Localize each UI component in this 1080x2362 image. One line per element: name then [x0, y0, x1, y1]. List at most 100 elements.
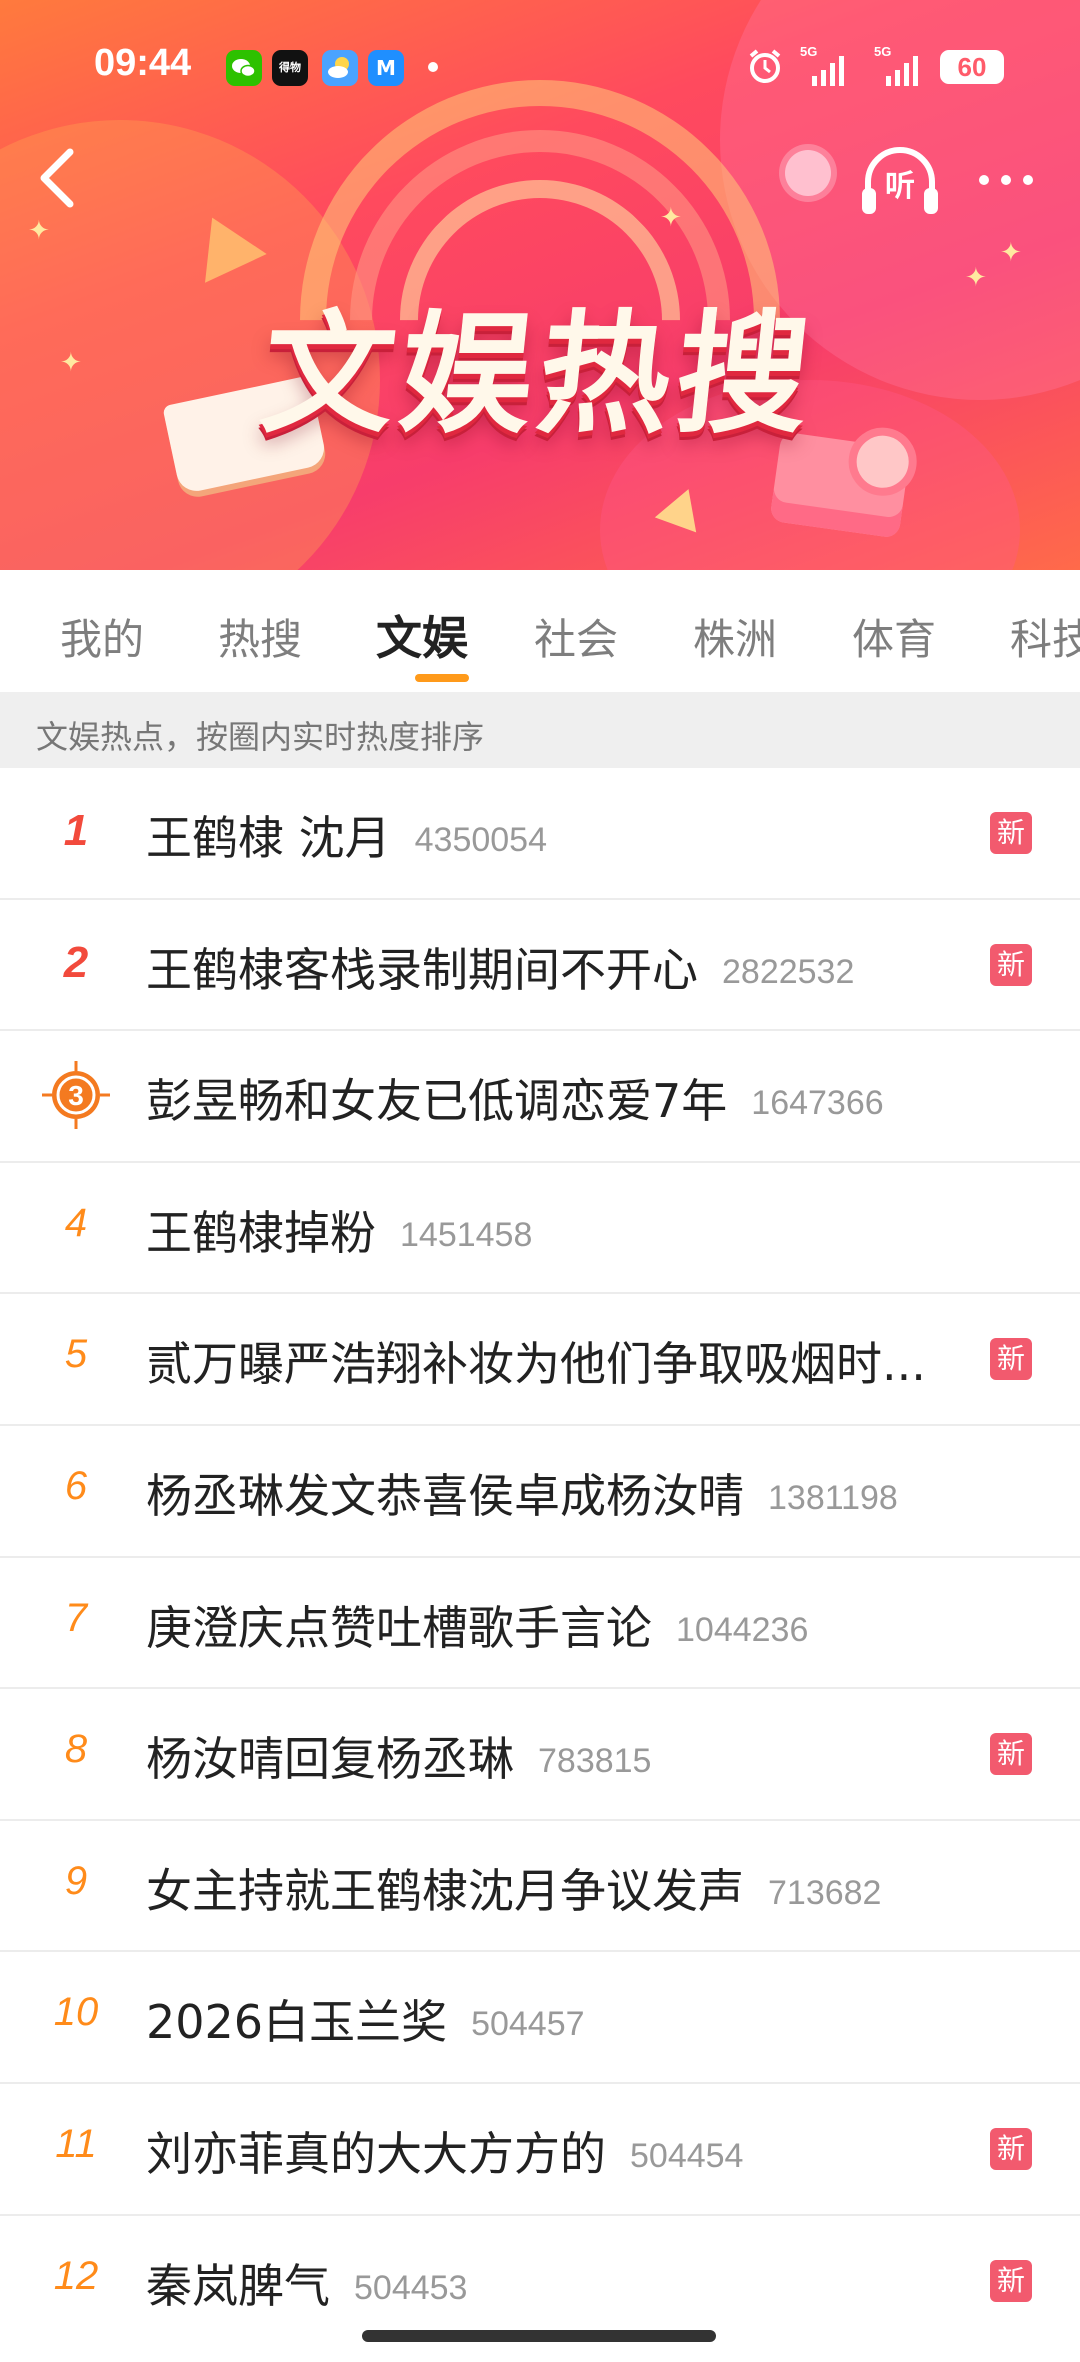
heat-count: 1381198: [768, 1478, 898, 1517]
list-item[interactable]: 9 女主持就王鹤棣沈月争议发声 713682: [0, 1821, 1080, 1953]
battery-indicator: 60: [940, 50, 1004, 84]
list-item[interactable]: 1 王鹤棣 沈月 4350054 新: [0, 768, 1080, 900]
heat-count: 783815: [538, 1742, 652, 1781]
item-title: 女主持就王鹤棣沈月争议发声 713682: [146, 1855, 881, 1921]
list-item[interactable]: 4 王鹤棣掉粉 1451458: [0, 1163, 1080, 1295]
item-title: 杨汝晴回复杨丞琳 783815: [146, 1723, 651, 1789]
list-description: 文娱热点，按圈内实时热度排序: [0, 692, 1080, 768]
planet-icon: [785, 150, 831, 196]
list-description-text: 文娱热点，按圈内实时热度排序: [36, 718, 485, 756]
list-item[interactable]: 8 杨汝晴回复杨丞琳 783815 新: [0, 1689, 1080, 1821]
heat-count: 1044236: [676, 1610, 809, 1649]
list-item[interactable]: 11 刘亦菲真的大大方方的 504454 新: [0, 2084, 1080, 2216]
new-badge: 新: [990, 1338, 1032, 1381]
item-title-text: 杨汝晴回复杨丞琳: [146, 1732, 514, 1787]
active-tab-indicator: [415, 674, 469, 682]
item-title: 刘亦菲真的大大方方的 504454: [146, 2118, 743, 2184]
hot-search-list: 1 王鹤棣 沈月 4350054 新 2 王鹤棣客栈录制期间不开心 2822532 …: [0, 768, 1080, 2347]
sparkle-icon: ✦: [28, 216, 50, 246]
weather-icon: [322, 50, 358, 86]
heat-count: 2822532: [722, 952, 855, 991]
item-title-text: 杨丞琳发文恭喜侯卓成杨汝晴: [146, 1468, 744, 1523]
item-title-text: 刘亦菲真的大大方方的: [146, 2126, 606, 2181]
header-banner: ✦ ✦ ✦ ✦ ✦ 文娱热搜 09:44 得物 M 5G 5G 60 听: [0, 0, 1080, 570]
rank-number: 8: [64, 1727, 88, 1772]
rank-number: 12: [53, 2253, 99, 2298]
item-title-text: 王鹤棣 沈月: [146, 811, 391, 865]
item-title: 杨丞琳发文恭喜侯卓成杨汝晴 1381198: [146, 1460, 898, 1526]
status-time: 09:44: [94, 42, 192, 84]
list-item[interactable]: 2 王鹤棣客栈录制期间不开心 2822532 新: [0, 900, 1080, 1032]
tab-zhuzhou[interactable]: 株洲: [693, 606, 777, 667]
item-title-text: 贰万曝严浩翔补妆为他们争取吸烟时...: [146, 1337, 926, 1392]
rank-number: 10: [53, 1990, 99, 2035]
item-title: 秦岚脾气 504453: [146, 2250, 467, 2316]
heat-count: 1647366: [751, 1084, 884, 1123]
item-title-text: 女主持就王鹤棣沈月争议发声: [146, 1863, 744, 1918]
notification-dot: [428, 62, 438, 72]
new-badge: 新: [990, 1733, 1032, 1776]
rank-number: 4: [64, 1200, 88, 1245]
sparkle-icon: ✦: [1000, 238, 1022, 268]
rank-number: 5: [64, 1332, 88, 1377]
rank-number: 9: [64, 1858, 88, 1903]
item-title: 王鹤棣 沈月 4350054: [146, 802, 547, 868]
item-title-text: 庚澄庆点赞吐槽歌手言论: [146, 1600, 652, 1655]
list-item[interactable]: 7 庚澄庆点赞吐槽歌手言论 1044236: [0, 1558, 1080, 1690]
more-options-button[interactable]: [976, 168, 1036, 192]
new-badge: 新: [990, 943, 1032, 986]
item-title-text: 2026白玉兰奖: [146, 1995, 448, 2050]
tab-society[interactable]: 社会: [534, 606, 618, 667]
dewu-icon: 得物: [272, 50, 308, 86]
heat-count: 1451458: [400, 1215, 533, 1254]
m-app-icon: M: [368, 50, 404, 86]
back-button[interactable]: [34, 146, 82, 210]
tab-tech[interactable]: 科技: [1010, 606, 1080, 667]
tab-mine[interactable]: 我的: [60, 606, 144, 667]
item-title-text: 秦岚脾气: [146, 2258, 330, 2313]
rank-number: 11: [55, 2121, 97, 2166]
heat-count: 504454: [630, 2136, 744, 2175]
item-title-text: 王鹤棣客栈录制期间不开心: [146, 942, 698, 997]
rank-medal-icon: 3: [42, 1061, 110, 1130]
item-title: 庚澄庆点赞吐槽歌手言论 1044236: [146, 1592, 808, 1658]
alarm-icon: [745, 46, 785, 86]
tab-entertainment[interactable]: 文娱: [376, 602, 468, 668]
rank-number: 6: [64, 1463, 88, 1508]
listen-label: 听: [885, 169, 915, 204]
tab-hot-search[interactable]: 热搜: [218, 606, 302, 667]
sparkle-icon: ✦: [660, 203, 682, 233]
list-item[interactable]: 6 杨丞琳发文恭喜侯卓成杨汝晴 1381198: [0, 1426, 1080, 1558]
wechat-icon: [226, 50, 262, 86]
item-title-text: 彭昱畅和女友已低调恋爱7年: [146, 1074, 728, 1129]
item-title-text: 王鹤棣掉粉: [146, 1205, 376, 1260]
item-title: 2026白玉兰奖 504457: [146, 1986, 585, 2052]
new-badge: 新: [990, 812, 1032, 854]
signal-icon: 5G: [874, 44, 920, 86]
rank-number: 3: [68, 1080, 84, 1111]
item-title: 贰万曝严浩翔补妆为他们争取吸烟时...: [146, 1328, 936, 1394]
list-item[interactable]: 10 2026白玉兰奖 504457: [0, 1952, 1080, 2084]
status-bar: 09:44 得物 M 5G 5G 60: [0, 0, 1080, 130]
heat-count: 504453: [354, 2268, 468, 2307]
listen-button[interactable]: 听: [858, 142, 942, 220]
item-title: 彭昱畅和女友已低调恋爱7年 1647366: [146, 1065, 884, 1131]
category-tabs: 我的 热搜 文娱 社会 株洲 体育 科技: [0, 570, 1080, 692]
item-title: 王鹤棣掉粉 1451458: [146, 1197, 532, 1263]
rank-number: 7: [64, 1595, 88, 1640]
heat-count: 713682: [768, 1873, 882, 1912]
home-indicator[interactable]: [362, 2330, 716, 2342]
tab-sports[interactable]: 体育: [852, 606, 936, 667]
list-item[interactable]: 3 彭昱畅和女友已低调恋爱7年 1647366: [0, 1031, 1080, 1163]
rank-number: 2: [63, 937, 89, 987]
new-badge: 新: [990, 2127, 1032, 2170]
rank-number: 1: [63, 806, 89, 855]
new-badge: 新: [990, 2259, 1032, 2302]
signal-icon: 5G: [800, 44, 846, 86]
heat-count: 4350054: [414, 821, 547, 859]
heat-count: 504457: [471, 2005, 585, 2044]
list-item[interactable]: 5 贰万曝严浩翔补妆为他们争取吸烟时... 新: [0, 1294, 1080, 1426]
list-item[interactable]: 12 秦岚脾气 504453 新: [0, 2216, 1080, 2348]
item-title: 王鹤棣客栈录制期间不开心 2822532: [146, 934, 854, 1000]
banner-title: 文娱热搜: [254, 298, 823, 452]
